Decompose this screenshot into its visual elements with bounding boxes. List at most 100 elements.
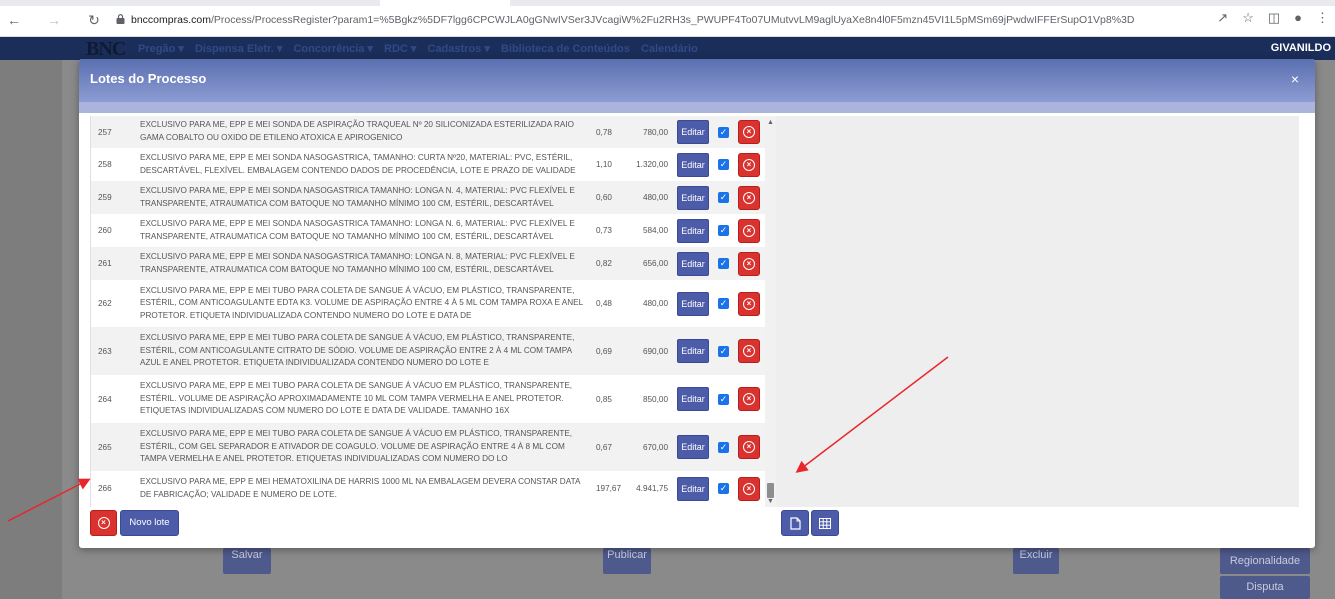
delete-button[interactable]: × (738, 387, 760, 411)
lot-description: EXCLUSIVO PARA ME, EPP E MEI SONDA NASOG… (140, 218, 575, 241)
lot-total-price: 656,00 (642, 259, 668, 268)
delete-button[interactable]: × (738, 476, 760, 501)
lot-description: EXCLUSIVO PARA ME, EPP E MEI TUBO PARA C… (140, 285, 583, 320)
edit-button[interactable]: Editar (677, 476, 709, 501)
edit-button[interactable]: Editar (677, 152, 709, 177)
menu-item-cadastros[interactable]: Cadastros ▾ (428, 43, 490, 55)
app-logo: BNC (86, 38, 126, 60)
scroll-thumb[interactable] (767, 483, 774, 498)
lot-detail-panel (776, 116, 1299, 507)
row-checkbox[interactable]: ✓ (718, 298, 729, 309)
sidebar-icon[interactable]: ◫ (1268, 10, 1280, 26)
row-checkbox[interactable]: ✓ (718, 345, 729, 357)
close-circle-icon: × (97, 517, 110, 529)
lot-total-price: 670,00 (642, 442, 668, 452)
scroll-down-icon[interactable]: ▼ (767, 498, 774, 505)
cancel-button[interactable]: × (90, 510, 117, 536)
lot-description: EXCLUSIVO PARA ME, EPP E MEI TUBO PARA C… (140, 381, 573, 416)
scroll-up-icon[interactable]: ▲ (767, 119, 774, 126)
menu-item-concorrencia[interactable]: Concorrência ▾ (293, 43, 373, 55)
table-row: 265 EXCLUSIVO PARA ME, EPP E MEI TUBO PAR… (91, 423, 776, 471)
lot-total-price: 690,00 (642, 346, 668, 356)
active-tab[interactable] (380, 0, 510, 6)
delete-button[interactable]: × (738, 218, 760, 243)
edit-button[interactable]: Editar (677, 387, 709, 411)
menu-item-rdc[interactable]: RDC ▾ (384, 43, 416, 55)
app-menu: Pregão ▾ Dispensa Eletr. ▾ Concorrência … (138, 42, 706, 55)
lot-total-price: 480,00 (642, 193, 668, 202)
url-path: /Process/ProcessRegister?param1=%5Bgkz%5… (210, 14, 1135, 26)
row-actions: Editar ✓ × (677, 218, 760, 243)
reload-icon[interactable]: ↻ (86, 12, 102, 28)
lot-number: 260 (98, 226, 112, 235)
menu-item-pregao[interactable]: Pregão ▾ (138, 43, 184, 55)
lot-total-price: 780,00 (642, 127, 668, 137)
close-circle-icon: × (743, 393, 755, 405)
publish-button-bg: Publicar (603, 548, 651, 574)
row-actions: Editar ✓ × (677, 387, 760, 411)
close-circle-icon: × (743, 257, 755, 270)
row-checkbox[interactable]: ✓ (718, 159, 729, 170)
menu-item-calendario[interactable]: Calendário (641, 43, 698, 55)
lot-unit-price: 0,69 (596, 346, 612, 356)
table-scrollbar[interactable]: ▲ ▼ (765, 116, 776, 507)
lot-number: 266 (98, 484, 112, 493)
table-row: 264 EXCLUSIVO PARA ME, EPP E MEI TUBO PAR… (91, 375, 776, 423)
menu-item-biblioteca[interactable]: Biblioteca de Conteúdos (501, 43, 630, 55)
table-row: 262 EXCLUSIVO PARA ME, EPP E MEI TUBO PAR… (91, 280, 776, 327)
edit-button[interactable]: Editar (677, 185, 709, 210)
edit-button[interactable]: Editar (677, 218, 709, 243)
new-lot-button[interactable]: Novo lote (120, 510, 179, 536)
delete-button[interactable]: × (738, 251, 760, 276)
table-row: 259 EXCLUSIVO PARA ME, EPP E MEI SONDA NA… (91, 181, 776, 214)
edit-button[interactable]: Editar (677, 251, 709, 276)
share-icon[interactable]: ↗ (1217, 10, 1228, 26)
menu-item-dispensa[interactable]: Dispensa Eletr. ▾ (195, 43, 282, 55)
row-actions: Editar ✓ × (677, 251, 760, 276)
user-name[interactable]: GIVANILDO (1271, 42, 1331, 54)
back-icon[interactable]: ← (6, 12, 22, 28)
delete-button[interactable]: × (738, 291, 760, 316)
row-checkbox[interactable]: ✓ (718, 258, 729, 269)
new-document-button[interactable] (781, 510, 809, 536)
row-checkbox[interactable]: ✓ (718, 483, 729, 494)
profile-icon[interactable]: ● (1294, 10, 1302, 26)
delete-button[interactable]: × (738, 435, 760, 459)
lot-description: EXCLUSIVO PARA ME, EPP E MEI HEMATOXILIN… (140, 476, 580, 499)
row-actions: Editar ✓ × (677, 435, 760, 459)
forward-icon[interactable]: → (46, 12, 62, 28)
close-icon[interactable]: × (1291, 71, 1299, 87)
table-view-button[interactable] (811, 510, 839, 536)
row-checkbox[interactable]: ✓ (718, 441, 729, 453)
table-row: 261 EXCLUSIVO PARA ME, EPP E MEI SONDA NA… (91, 247, 776, 280)
delete-button[interactable]: × (738, 339, 760, 363)
edit-button[interactable]: Editar (677, 291, 709, 316)
lot-total-price: 480,00 (642, 299, 668, 308)
row-checkbox[interactable]: ✓ (718, 225, 729, 236)
bookmark-star-icon[interactable]: ☆ (1242, 10, 1254, 26)
lots-table: 257 EXCLUSIVO PARA ME, EPP E MEI SONDA DE… (90, 116, 776, 507)
edit-button[interactable]: Editar (677, 339, 709, 363)
row-actions: Editar ✓ × (677, 339, 760, 363)
delete-button[interactable]: × (738, 120, 760, 144)
row-checkbox[interactable]: ✓ (718, 126, 729, 138)
row-actions: Editar ✓ × (677, 152, 760, 177)
lot-unit-price: 197,67 (596, 484, 622, 493)
close-circle-icon: × (743, 482, 755, 495)
address-bar[interactable]: bnccompras.com/Process/ProcessRegister?p… (116, 9, 1226, 31)
menu-dots-icon[interactable]: ⋮ (1316, 10, 1329, 26)
lot-number: 258 (98, 160, 112, 169)
row-checkbox[interactable]: ✓ (718, 192, 729, 203)
lot-unit-price: 0,60 (596, 193, 612, 202)
edit-button[interactable]: Editar (677, 435, 709, 459)
row-checkbox[interactable]: ✓ (718, 393, 729, 405)
lot-description: EXCLUSIVO PARA ME, EPP E MEI TUBO PARA C… (140, 429, 573, 464)
delete-button[interactable]: × (738, 152, 760, 177)
edit-button[interactable]: Editar (677, 120, 709, 144)
lot-number: 263 (98, 346, 112, 356)
delete-button[interactable]: × (738, 185, 760, 210)
table-grid-icon (819, 517, 831, 529)
table-row: 258 EXCLUSIVO PARA ME, EPP E MEI SONDA NA… (91, 148, 776, 181)
url-host: bnccompras.com (131, 14, 211, 26)
lot-number: 265 (98, 442, 112, 452)
